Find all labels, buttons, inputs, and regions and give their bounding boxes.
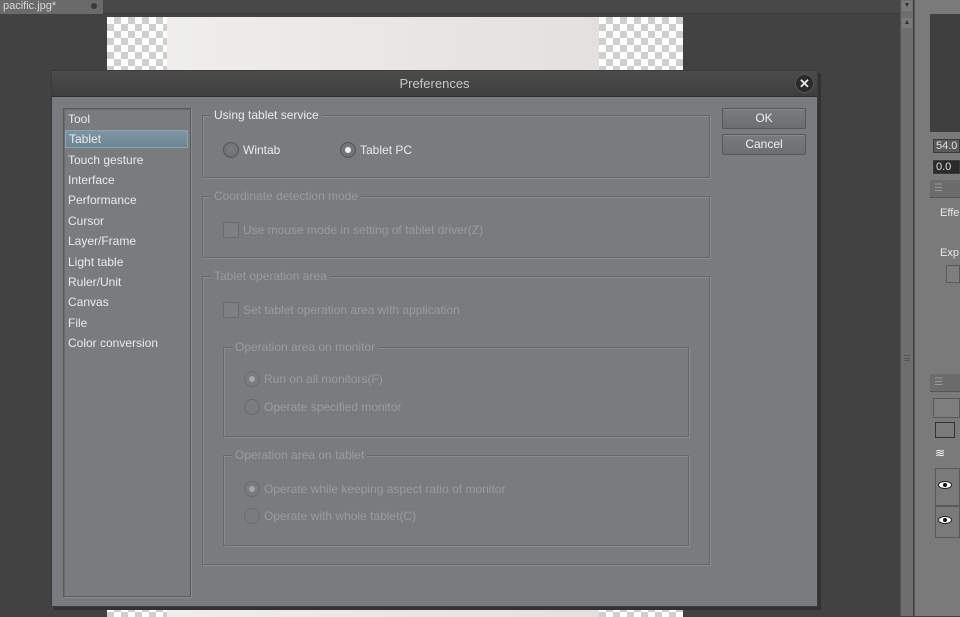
preferences-dialog: Preferences ✕ Tool Tablet Touch gesture … — [51, 70, 818, 607]
category-ruler-unit[interactable]: Ruler/Unit — [65, 273, 188, 291]
layer-visibility-eye-icon[interactable] — [938, 481, 952, 489]
navigator-preview — [930, 14, 960, 132]
dialog-title: Preferences — [399, 76, 470, 91]
coordinate-detection-legend: Coordinate detection mode — [211, 189, 362, 203]
panel-menu-icon: ☰ — [934, 183, 943, 194]
tablet-operation-area-legend: Tablet operation area — [211, 269, 330, 283]
radio-checked-icon — [244, 371, 260, 387]
category-touch-gesture[interactable]: Touch gesture — [65, 151, 188, 169]
layer-visibility-eye-icon[interactable] — [938, 516, 952, 524]
layers-stack-icon: ≋ — [935, 446, 946, 460]
radio-checked-icon — [340, 142, 356, 158]
whole-tablet-radio[interactable]: Operate with whole tablet(C) — [244, 507, 416, 525]
rotation-value-field[interactable]: 0.0 — [933, 160, 960, 174]
run-all-monitors-radio[interactable]: Run on all monitors(F) — [244, 370, 383, 388]
category-cursor[interactable]: Cursor — [65, 212, 188, 230]
radio-checked-icon — [244, 481, 260, 497]
document-tab-bar — [0, 0, 900, 14]
blend-mode-field[interactable] — [933, 398, 960, 418]
category-tool[interactable]: Tool — [65, 110, 188, 128]
document-tab-label: pacific.jpg* — [3, 0, 57, 12]
mouse-mode-checkbox[interactable]: Use mouse mode in setting of tablet driv… — [223, 221, 483, 239]
category-light-table[interactable]: Light table — [65, 253, 188, 271]
radio-unchecked-icon — [244, 508, 260, 524]
wintab-radio[interactable]: Wintab — [223, 141, 280, 159]
effect-label: Effe — [940, 207, 960, 219]
category-file[interactable]: File — [65, 314, 188, 332]
radio-unchecked-icon — [223, 142, 239, 158]
expression-label: Exp — [940, 247, 959, 259]
modified-indicator-icon — [91, 3, 97, 9]
monitor-area-group: Operation area on monitor Run on all mon… — [223, 340, 689, 437]
set-operation-area-checkbox[interactable]: Set tablet operation area with applicati… — [223, 301, 460, 319]
document-tab[interactable]: pacific.jpg* — [0, 0, 103, 14]
keep-aspect-ratio-radio[interactable]: Operate while keeping aspect ratio of mo… — [244, 480, 505, 498]
tablet-pc-radio[interactable]: Tablet PC — [340, 141, 412, 159]
coordinate-detection-group: Coordinate detection mode Use mouse mode… — [202, 189, 710, 258]
expression-color-box[interactable] — [946, 265, 960, 283]
specified-monitor-radio[interactable]: Operate specified monitor — [244, 398, 401, 416]
ok-button[interactable]: OK — [722, 108, 806, 129]
scroll-grip-icon[interactable] — [904, 355, 910, 361]
panel-menu-icon: ☰ — [934, 377, 943, 388]
category-list[interactable]: Tool Tablet Touch gesture Interface Perf… — [63, 108, 191, 597]
radio-unchecked-icon — [244, 399, 260, 415]
checkbox-unchecked-icon — [223, 302, 239, 318]
panel-tab-layers[interactable]: ☰ — [930, 374, 960, 392]
canvas-vertical-scrollbar[interactable]: ▼ ▲ — [900, 0, 913, 616]
zoom-value-field[interactable]: 54.0 — [933, 139, 960, 153]
panel-tab-properties[interactable]: ☰ — [930, 180, 960, 198]
category-canvas[interactable]: Canvas — [65, 293, 188, 311]
category-tablet[interactable]: Tablet — [65, 130, 188, 148]
tablet-area-legend: Operation area on tablet — [232, 448, 368, 462]
category-color-conversion[interactable]: Color conversion — [65, 334, 188, 352]
scroll-down-arrow-icon[interactable]: ▼ — [902, 1, 912, 11]
category-performance[interactable]: Performance — [65, 191, 188, 209]
tablet-operation-area-group: Tablet operation area Set tablet operati… — [202, 269, 710, 565]
scroll-up-arrow-icon[interactable]: ▲ — [902, 18, 912, 28]
tablet-service-group: Using tablet service Wintab Tablet PC — [202, 108, 710, 178]
tablet-area-group: Operation area on tablet Operate while k… — [223, 448, 689, 546]
category-layer-frame[interactable]: Layer/Frame — [65, 232, 188, 250]
cancel-button[interactable]: Cancel — [722, 134, 806, 155]
category-interface[interactable]: Interface — [65, 171, 188, 189]
monitor-area-legend: Operation area on monitor — [232, 340, 379, 354]
tablet-service-legend: Using tablet service — [211, 108, 322, 122]
layer-color-swatch[interactable] — [935, 422, 955, 438]
checkbox-unchecked-icon — [223, 222, 239, 238]
close-icon[interactable]: ✕ — [796, 75, 813, 92]
dialog-titlebar[interactable]: Preferences ✕ — [52, 71, 817, 97]
